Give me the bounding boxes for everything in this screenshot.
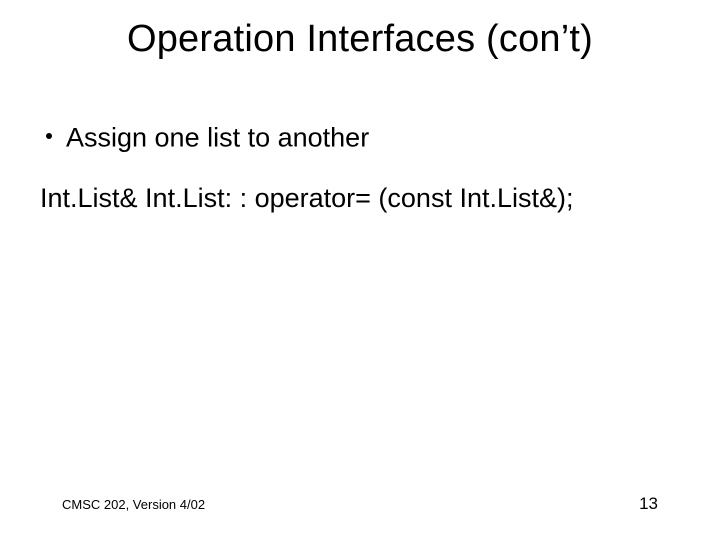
slide: Operation Interfaces (con’t) Assign one … xyxy=(0,0,720,540)
bullet-text: Assign one list to another xyxy=(66,123,369,153)
bullet-dot-icon xyxy=(46,133,52,139)
footer-course-version: CMSC 202, Version 4/02 xyxy=(62,497,205,512)
code-declaration: Int.List& Int.List: : operator= (const I… xyxy=(40,182,680,214)
page-number: 13 xyxy=(639,494,658,514)
slide-title: Operation Interfaces (con’t) xyxy=(0,18,720,61)
bullet-item: Assign one list to another xyxy=(40,120,680,154)
